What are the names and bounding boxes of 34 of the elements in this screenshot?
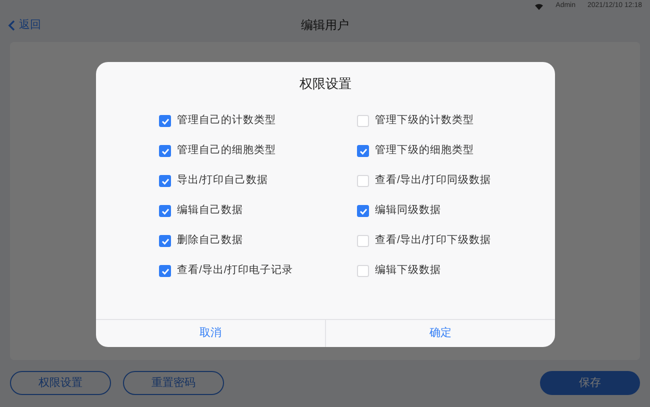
permission-label: 编辑自己数据	[177, 203, 243, 218]
permission-label: 查看/导出/打印同级数据	[375, 173, 491, 188]
dialog-title: 权限设置	[300, 75, 352, 94]
back-button[interactable]: 返回	[0, 16, 41, 34]
checkbox[interactable]	[357, 235, 369, 247]
permission-label: 管理下级的计数类型	[375, 113, 474, 128]
checkbox[interactable]	[357, 115, 369, 127]
cancel-button[interactable]: 取消	[96, 320, 325, 347]
save-button[interactable]: 保存	[540, 371, 640, 395]
checkbox[interactable]	[357, 205, 369, 217]
checkbox[interactable]	[357, 265, 369, 277]
outline-button[interactable]: 权限设置	[10, 371, 111, 395]
page-title: 编辑用户	[301, 17, 349, 34]
permission-label: 编辑同级数据	[375, 203, 441, 218]
permission-label: 删除自己数据	[177, 233, 243, 248]
checkbox[interactable]	[159, 145, 171, 157]
back-chevron-icon	[8, 20, 15, 30]
confirm-button[interactable]: 确定	[325, 320, 555, 347]
checkbox[interactable]	[357, 175, 369, 187]
checkbox[interactable]	[159, 175, 171, 187]
outline-button[interactable]: 重置密码	[123, 371, 224, 395]
permission-label: 查看/导出/打印电子记录	[177, 263, 293, 278]
permission-label: 管理下级的细胞类型	[375, 143, 474, 158]
wifi-icon	[534, 2, 544, 10]
permission-label: 管理自己的细胞类型	[177, 143, 276, 158]
checkbox[interactable]	[357, 145, 369, 157]
permission-label: 查看/导出/打印下级数据	[375, 233, 491, 248]
permission-label: 编辑下级数据	[375, 263, 441, 278]
permission-label: 导出/打印自己数据	[177, 173, 268, 188]
checkbox[interactable]	[159, 265, 171, 277]
checkbox[interactable]	[159, 115, 171, 127]
checkbox[interactable]	[159, 235, 171, 247]
checkbox[interactable]	[159, 205, 171, 217]
permission-label: 管理自己的计数类型	[177, 113, 276, 128]
